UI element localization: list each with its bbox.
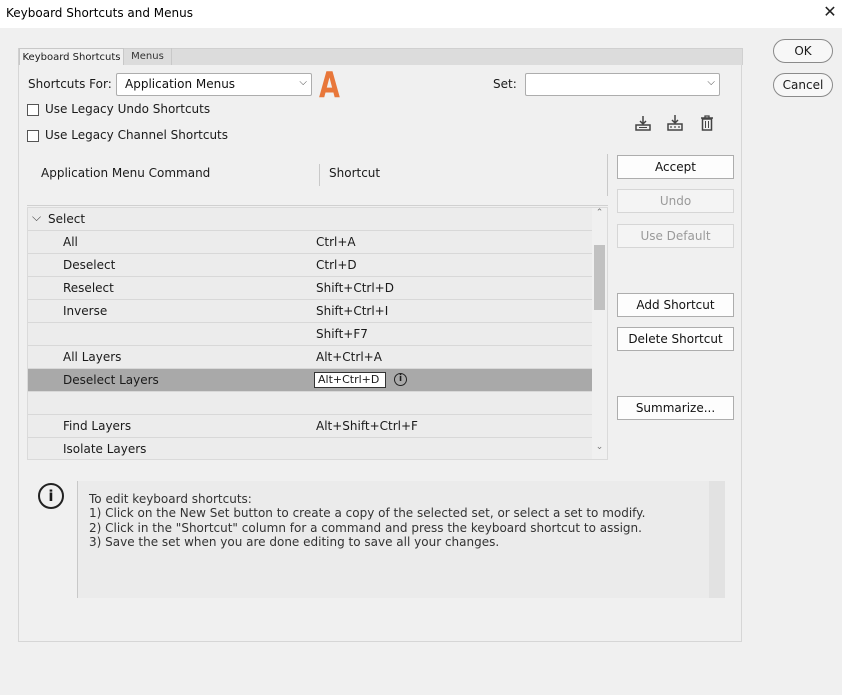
shortcut-cell[interactable]: Alt+Shift+Ctrl+F [316,419,418,433]
info-scrollbar[interactable] [709,481,725,598]
info-line: 1) Click on the New Set button to create… [89,506,646,520]
table-row[interactable]: Reselect Shift+Ctrl+D [28,277,592,300]
table-row-selected[interactable]: Deselect Layers Alt+Ctrl+D i [28,369,592,392]
accept-button[interactable]: Accept [617,155,734,179]
shortcut-cell[interactable]: Shift+Ctrl+D [316,281,394,295]
scrollbar-thumb[interactable] [594,245,605,310]
shortcuts-for-select[interactable]: Application Menus ⌵ [116,73,312,96]
delete-set-icon[interactable] [698,114,716,132]
annotation-a: A [319,65,340,106]
save-set-as-icon[interactable] [666,114,684,132]
set-label: Set: [493,77,517,91]
info-line: 2) Click in the "Shortcut" column for a … [89,521,642,535]
tab-menus[interactable]: Menus [124,48,172,66]
info-icon[interactable]: i [394,373,407,386]
legacy-undo-checkbox[interactable] [27,104,39,116]
command-cell: Find Layers [63,419,132,433]
chevron-down-icon[interactable]: ⌵ [32,210,41,225]
shortcuts-for-value: Application Menus [125,77,236,91]
tab-keyboard-shortcuts[interactable]: Keyboard Shortcuts [19,48,124,66]
column-header-shortcut[interactable]: Shortcut [329,166,380,180]
delete-shortcut-button[interactable]: Delete Shortcut [617,327,734,351]
shortcuts-for-label: Shortcuts For: [28,77,112,91]
add-shortcut-button[interactable]: Add Shortcut [617,293,734,317]
scroll-up-icon[interactable]: ⌃ [592,208,607,224]
chevron-down-icon: ⌵ [707,77,715,88]
summarize-button[interactable]: Summarize... [617,396,734,420]
undo-button[interactable]: Undo [617,189,734,213]
table-row[interactable]: Deselect Ctrl+D [28,254,592,277]
info-line: 3) Save the set when you are done editin… [89,535,500,549]
window-title: Keyboard Shortcuts and Menus [6,6,193,20]
command-cell: Inverse [63,304,108,318]
set-select[interactable]: ⌵ [525,73,720,96]
command-cell: Select [48,212,86,226]
info-line: To edit keyboard shortcuts: [89,492,252,506]
command-cell: Deselect [63,258,116,272]
scroll-down-icon[interactable]: ⌄ [592,442,607,458]
shortcuts-table: ⌵ Select All Ctrl+A Deselect Ctrl+D Rese… [27,207,608,460]
header-divider [607,154,608,196]
column-header-command[interactable]: Application Menu Command [41,166,210,180]
save-set-icon[interactable] [634,114,652,132]
table-row[interactable]: Isolate Layers [28,438,592,459]
table-row[interactable] [28,392,592,415]
column-divider [319,164,320,186]
table-row[interactable]: Inverse Shift+Ctrl+I [28,300,592,323]
shortcut-cell[interactable]: Ctrl+A [316,235,356,249]
cancel-button[interactable]: Cancel [773,73,833,97]
ok-button[interactable]: OK [773,39,833,63]
shortcut-cell[interactable]: Alt+Ctrl+A [316,350,382,364]
info-icon: i [38,483,64,509]
table-row-group[interactable]: ⌵ Select [28,208,592,231]
command-cell: All Layers [63,350,122,364]
shortcut-cell[interactable]: Ctrl+D [316,258,357,272]
legacy-channel-checkbox[interactable] [27,130,39,142]
shortcut-cell[interactable]: Shift+Ctrl+I [316,304,388,318]
command-cell: Isolate Layers [63,442,147,456]
table-row[interactable]: Shift+F7 [28,323,592,346]
command-cell: All [63,235,78,249]
table-row[interactable]: Find Layers Alt+Shift+Ctrl+F [28,415,592,438]
legacy-undo-label[interactable]: Use Legacy Undo Shortcuts [45,102,210,116]
table-row[interactable]: All Ctrl+A [28,231,592,254]
legacy-channel-label[interactable]: Use Legacy Channel Shortcuts [45,128,228,142]
use-default-button[interactable]: Use Default [617,224,734,248]
shortcut-edit-field[interactable]: Alt+Ctrl+D [314,372,386,388]
shortcut-cell[interactable]: Shift+F7 [316,327,368,341]
chevron-down-icon: ⌵ [299,77,307,88]
command-cell: Deselect Layers [63,373,159,387]
header-separator [27,205,608,206]
command-cell: Reselect [63,281,114,295]
close-icon[interactable]: ✕ [820,2,840,22]
table-row[interactable]: All Layers Alt+Ctrl+A [28,346,592,369]
